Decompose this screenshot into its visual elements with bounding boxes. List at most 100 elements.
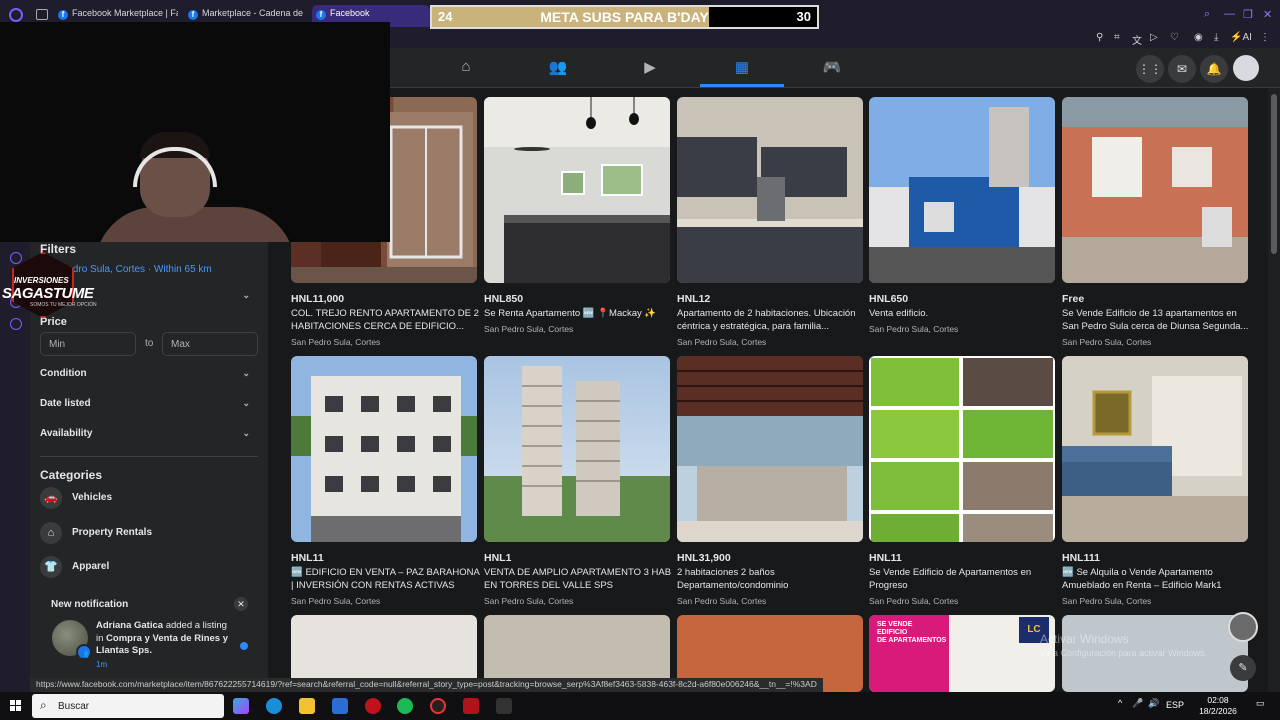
store-icon[interactable] (332, 698, 348, 714)
copilot-icon[interactable] (233, 698, 249, 714)
listing-image[interactable] (484, 356, 670, 542)
chevron-down-icon: ⌄ (242, 398, 250, 408)
price-min-input[interactable]: Min (40, 332, 136, 356)
listing-photo (869, 107, 1055, 283)
listing-title[interactable]: VENTA DE AMPLIO APARTAMENTO 3 HAB EN TOR… (484, 566, 674, 592)
search-icon: ⌕ (40, 698, 47, 712)
listing-location: San Pedro Sula, Cortes (291, 337, 381, 347)
listing-title[interactable]: 2 habitaciones 2 baños Departamento/cond… (677, 566, 867, 592)
listing-image[interactable] (677, 97, 863, 283)
listing-location: San Pedro Sula, Cortes (484, 324, 574, 334)
translate-icon[interactable]: 文 (1132, 32, 1142, 47)
categories-heading: Categories (40, 468, 103, 482)
minimize-icon[interactable]: — (1224, 8, 1235, 20)
scrollbar-thumb[interactable] (1271, 94, 1277, 254)
download-icon[interactable]: ⤓ (1214, 32, 1218, 43)
banner-line: EDIFICIO (877, 629, 908, 636)
listing-price: HNL11 (291, 552, 324, 564)
listing-location: San Pedro Sula, Cortes (677, 337, 767, 347)
listing-image[interactable] (1062, 97, 1248, 283)
listing-title[interactable]: Se Renta Apartamento 🆕 📍Mackay ✨ (484, 307, 674, 320)
more-icon[interactable]: ⋮ (1260, 32, 1270, 43)
tab-manager-icon[interactable] (36, 9, 48, 20)
opera-gx-icon[interactable] (365, 698, 381, 714)
subs-goal-start: 24 (438, 9, 453, 24)
listing-photo (871, 358, 1053, 542)
edge-icon[interactable] (266, 698, 282, 714)
marketplace-icon[interactable]: ▦ (732, 58, 752, 78)
tab-label: Facebook Marketplace | Fa (72, 8, 178, 18)
search-tabs-icon[interactable]: ⌕ (1204, 8, 1210, 21)
aria-ai-icon[interactable]: ⚡AI (1230, 32, 1252, 43)
home-icon[interactable]: ⌂ (456, 58, 476, 78)
clock-date: 18/2/2026 (1199, 706, 1237, 716)
compose-edit-icon[interactable]: ✎ (1230, 655, 1256, 681)
file-explorer-icon[interactable] (299, 698, 315, 714)
listing-title[interactable]: Se Vende Edificio de 13 apartamentos en … (1062, 307, 1252, 333)
spotify-icon[interactable] (397, 698, 413, 714)
opera-logo-icon[interactable] (9, 8, 23, 22)
volume-icon[interactable]: 🔊 (1148, 698, 1159, 709)
subs-goal-bar: META SUBS PARA B'DAY 24 30 (430, 5, 819, 29)
listing-title[interactable]: Venta edificio. (869, 307, 1059, 320)
price-max-input[interactable]: Max (162, 332, 258, 356)
listing-photo (1062, 97, 1248, 283)
watch-icon[interactable]: ▶ (640, 58, 660, 78)
floating-avatar-button[interactable] (1228, 612, 1258, 642)
listing-image[interactable] (677, 356, 863, 542)
listing-title[interactable]: COL. TREJO RENTO APARTAMENTO DE 2 HABITA… (291, 307, 481, 333)
listing-location: San Pedro Sula, Cortes (484, 596, 574, 606)
messenger-icon[interactable]: ✉ (1168, 55, 1196, 83)
logo-text: SAGASTUME (2, 285, 94, 302)
menu-grid-icon[interactable]: ⋮⋮ (1136, 55, 1164, 83)
listing-image[interactable]: SE VENDE EDIFICIO DE APARTAMENTOS LC (869, 615, 1055, 692)
listing-image[interactable] (484, 97, 670, 283)
close-icon[interactable]: ✕ (234, 597, 248, 611)
category-label: Property Rentals (72, 527, 153, 538)
chevron-down-icon: ⌄ (242, 368, 250, 378)
microphone-icon[interactable]: 🎤 (1132, 698, 1143, 709)
taskbar-search[interactable]: ⌕ Buscar (32, 694, 224, 718)
page-scrollbar[interactable] (1268, 88, 1280, 692)
profile-avatar[interactable] (1233, 55, 1259, 81)
play-icon[interactable]: ▷ (1150, 32, 1158, 43)
notifications-center-icon[interactable]: ▭ (1256, 698, 1265, 709)
account-icon[interactable]: ◉ (1194, 32, 1203, 43)
listing-image[interactable] (291, 356, 477, 542)
listing-price: HNL111 (1062, 552, 1100, 564)
tray-chevron-icon[interactable]: ^ (1118, 698, 1122, 708)
windows-start-icon[interactable] (10, 700, 22, 712)
notification-toast[interactable]: New notification ✕ 👥 Adriana Gatica adde… (40, 592, 258, 672)
banner-text: SE VENDE EDIFICIO DE APARTAMENTOS (877, 621, 946, 645)
tab-label: Facebook (330, 8, 370, 18)
tab-label: Marketplace - Cadena de (202, 8, 304, 18)
pin-icon[interactable]: ⚲ (1096, 32, 1103, 43)
filter-availability[interactable]: Availability ⌄ (40, 428, 258, 439)
app-icon[interactable] (463, 698, 479, 714)
listing-image[interactable] (1062, 356, 1248, 542)
filter-date-listed[interactable]: Date listed ⌄ (40, 398, 258, 409)
notifications-bell-icon[interactable]: 🔔 (1200, 55, 1228, 83)
listing-image[interactable] (869, 356, 1055, 542)
filter-condition[interactable]: Condition ⌄ (40, 368, 258, 379)
friends-icon[interactable]: 👥 (548, 58, 568, 78)
heart-icon[interactable]: ♡ (1170, 32, 1179, 43)
close-window-icon[interactable]: ✕ (1263, 8, 1272, 21)
maximize-icon[interactable]: ❐ (1243, 8, 1253, 21)
listing-title[interactable]: Apartamento de 2 habitaciones. Ubicación… (677, 307, 867, 333)
listing-title[interactable]: Se Vende Edificio de Apartamentos en Pro… (869, 566, 1059, 592)
app-icon[interactable] (430, 698, 446, 714)
listing-photo (484, 366, 670, 542)
language-label[interactable]: ESP (1166, 700, 1184, 710)
webcam-overlay (0, 22, 390, 242)
epic-games-icon[interactable] (496, 698, 512, 714)
car-icon: 🚗 (40, 487, 62, 509)
listing-photo (1062, 376, 1248, 542)
screenshot-icon[interactable]: ⌗ (1114, 32, 1120, 43)
category-label: Vehicles (72, 492, 113, 503)
listing-title[interactable]: 🆕 EDIFICIO EN VENTA – PAZ BARAHONA | INV… (291, 566, 481, 592)
listing-title[interactable]: 🆕 Se Alquila o Vende Apartamento Amuebla… (1062, 566, 1252, 592)
listing-image[interactable] (869, 97, 1055, 283)
gaming-icon[interactable]: 🎮 (822, 58, 842, 78)
taskbar-clock[interactable]: 02:08 18/2/2026 (1196, 695, 1240, 717)
